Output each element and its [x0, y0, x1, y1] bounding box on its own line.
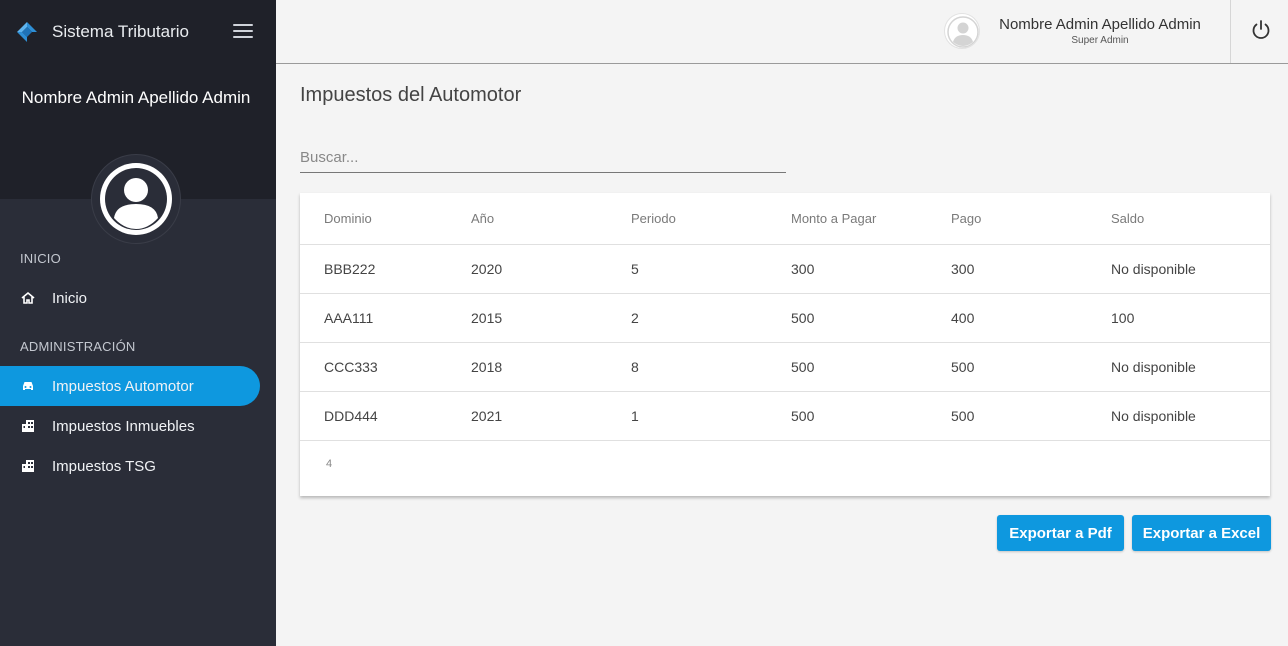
cell-saldo: 100 [1111, 293, 1270, 343]
header-user-info: Nombre Admin Apellido Admin Super Admin [994, 16, 1206, 46]
column-header-dominio[interactable]: Dominio [300, 193, 471, 245]
app-title: Sistema Tributario [52, 22, 189, 41]
column-header-monto[interactable]: Monto a Pagar [791, 193, 951, 245]
cell-anio: 2015 [471, 293, 631, 343]
cell-pago: 500 [951, 342, 1111, 392]
cell-pago: 400 [951, 293, 1111, 343]
header-divider [1230, 0, 1231, 63]
cell-dominio: AAA111 [300, 293, 471, 343]
sidebar-username: Nombre Admin Apellido Admin [21, 88, 251, 107]
cell-pago: 300 [951, 244, 1111, 294]
brand[interactable]: Sistema Tributario [16, 18, 189, 46]
header-avatar[interactable] [944, 13, 980, 49]
header-user-name: Nombre Admin Apellido Admin [999, 16, 1201, 33]
sidebar: Sistema Tributario Nombre Admin Apellido… [0, 0, 276, 646]
logo-icon [17, 22, 37, 42]
cell-anio: 2020 [471, 244, 631, 294]
top-header: Nombre Admin Apellido Admin Super Admin [276, 0, 1288, 64]
sidebar-item-impuestos-inmuebles[interactable]: Impuestos Inmuebles [0, 406, 260, 446]
sidebar-item-label: Inicio [52, 289, 88, 307]
column-header-pago[interactable]: Pago [951, 193, 1111, 245]
column-header-periodo[interactable]: Periodo [631, 193, 791, 245]
cell-monto: 500 [791, 293, 951, 343]
cell-monto: 300 [791, 244, 951, 294]
car-icon [20, 378, 36, 394]
column-header-saldo[interactable]: Saldo [1111, 193, 1270, 245]
cell-saldo: No disponible [1111, 391, 1270, 441]
search-input[interactable] [300, 143, 786, 173]
cell-saldo: No disponible [1111, 342, 1270, 392]
user-icon [947, 16, 979, 48]
sidebar-item-label: Impuestos Inmuebles [52, 417, 195, 435]
cell-dominio: CCC333 [300, 342, 471, 392]
export-excel-button[interactable]: Exportar a Excel [1132, 515, 1271, 551]
page-title: Impuestos del Automotor [300, 84, 522, 106]
cell-periodo: 1 [631, 391, 791, 441]
menu-toggle-icon[interactable] [233, 24, 253, 40]
building-icon [20, 418, 36, 434]
cell-dominio: BBB222 [300, 244, 471, 294]
sidebar-item-label: Impuestos TSG [52, 457, 156, 475]
cell-anio: 2018 [471, 342, 631, 392]
data-table-card: Dominio Año Periodo Monto a Pagar Pago S… [300, 193, 1270, 496]
section-label-administracion: ADMINISTRACIÓN [20, 339, 136, 354]
cell-periodo: 8 [631, 342, 791, 392]
cell-saldo: No disponible [1111, 244, 1270, 294]
cell-dominio: DDD444 [300, 391, 471, 441]
home-icon [20, 290, 36, 306]
cell-monto: 500 [791, 391, 951, 441]
sidebar-item-impuestos-tsg[interactable]: Impuestos TSG [0, 446, 260, 486]
sidebar-item-label: Impuestos Automotor [52, 377, 194, 395]
table-row[interactable]: CCC333 2018 8 500 500 No disponible [300, 342, 1270, 392]
cell-anio: 2021 [471, 391, 631, 441]
cell-periodo: 2 [631, 293, 791, 343]
cell-periodo: 5 [631, 244, 791, 294]
table-row[interactable]: AAA111 2015 2 500 400 100 [300, 293, 1270, 343]
export-pdf-button[interactable]: Exportar a Pdf [997, 515, 1124, 551]
header-user-role: Super Admin [1071, 35, 1129, 46]
avatar [91, 154, 181, 244]
table-row[interactable]: BBB222 2020 5 300 300 No disponible [300, 244, 1270, 294]
column-header-anio[interactable]: Año [471, 193, 631, 245]
sidebar-item-inicio[interactable]: Inicio [0, 278, 260, 318]
power-icon [1252, 20, 1270, 39]
sidebar-item-impuestos-automotor[interactable]: Impuestos Automotor [0, 366, 260, 406]
table-header-row: Dominio Año Periodo Monto a Pagar Pago S… [300, 193, 1270, 245]
cell-pago: 500 [951, 391, 1111, 441]
section-label-inicio: INICIO [20, 251, 61, 266]
user-icon [100, 163, 172, 235]
taxes-table: Dominio Año Periodo Monto a Pagar Pago S… [300, 193, 1270, 441]
logout-button[interactable] [1249, 18, 1273, 42]
building-icon [20, 458, 36, 474]
table-row-count: 4 [326, 458, 333, 470]
table-row[interactable]: DDD444 2021 1 500 500 No disponible [300, 391, 1270, 441]
cell-monto: 500 [791, 342, 951, 392]
